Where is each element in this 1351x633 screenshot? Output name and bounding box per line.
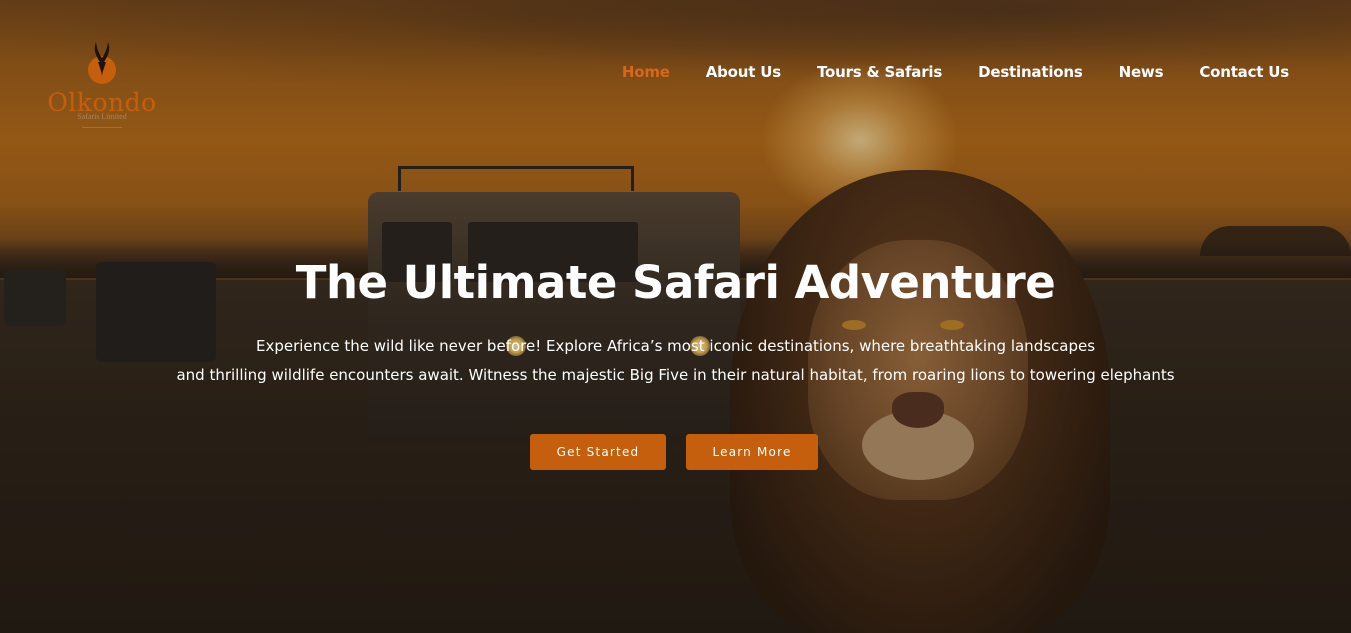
get-started-button[interactable]: Get Started [530,434,666,470]
nav-item-about-us[interactable]: About Us [706,63,781,81]
nav-item-contact-us[interactable]: Contact Us [1199,63,1289,81]
hero-description-line: Experience the wild like never before! E… [255,337,1096,355]
hero-description: Experience the wild like never before! E… [150,332,1201,389]
hero-description-line: and thrilling wildlife encounters await.… [176,365,1175,384]
image-overlay [0,0,1351,633]
antelope-horns-icon [88,42,116,84]
learn-more-button[interactable]: Learn More [686,434,818,470]
nav-item-home[interactable]: Home [622,63,670,81]
brand-logo[interactable]: Olkondo Safaris Limited [44,40,160,132]
brand-tagline: Safaris Limited [77,112,127,121]
nav-item-destinations[interactable]: Destinations [978,63,1083,81]
logo-divider [82,127,122,128]
nav-item-news[interactable]: News [1119,63,1164,81]
hero-section: Olkondo Safaris Limited Home About Us To… [0,0,1351,633]
hero-actions: Get Started Learn More [530,434,818,470]
nav-item-tours-safaris[interactable]: Tours & Safaris [817,63,942,81]
main-nav: Home About Us Tours & Safaris Destinatio… [622,63,1289,81]
hero-title: The Ultimate Safari Adventure [295,256,1056,309]
